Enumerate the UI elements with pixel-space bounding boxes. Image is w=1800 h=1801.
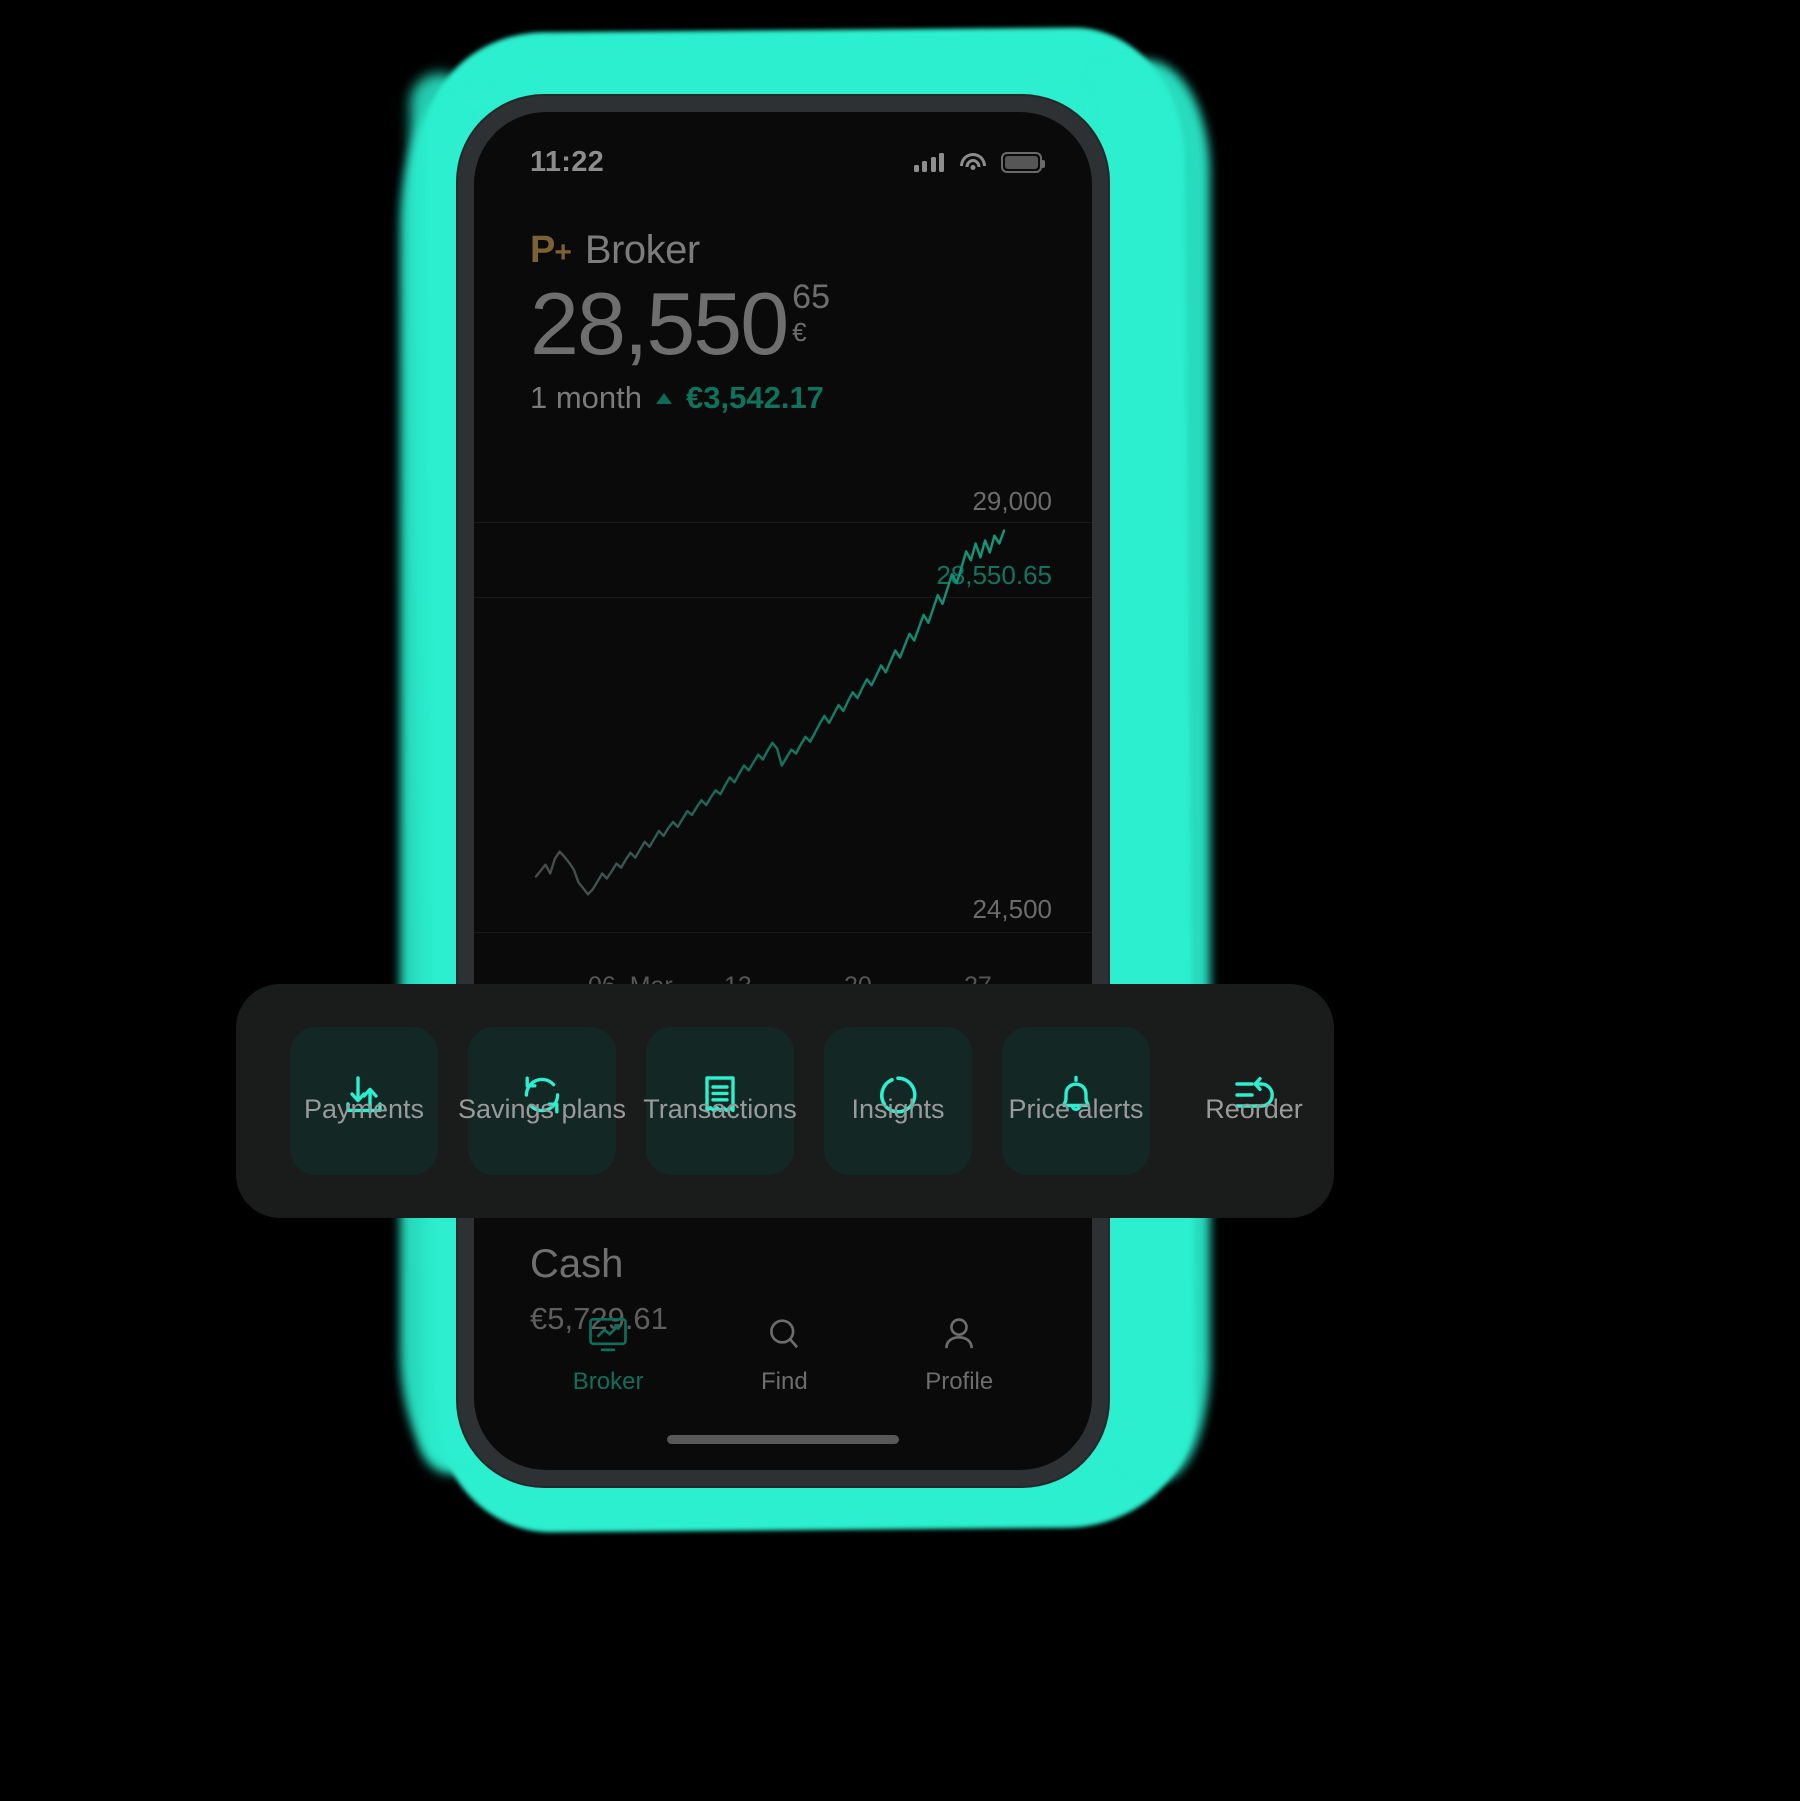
action-label: Insights: [851, 1094, 945, 1124]
balance-suffix: 65 €: [792, 280, 830, 345]
person-icon: [945, 1318, 974, 1349]
home-indicator: [667, 1435, 899, 1444]
logo-plus: +: [554, 236, 572, 269]
status-time: 11:22: [530, 145, 605, 178]
action-label: Savings plans: [457, 1094, 627, 1124]
balance-currency: €: [792, 317, 807, 347]
brand-logo-icon: P+: [530, 229, 572, 272]
portfolio-change: 1 month €3,542.17: [530, 380, 824, 416]
phone-screen: 11:22 P+ Broker 28,550 65 € 1 month €3,5…: [474, 112, 1092, 1470]
balance-cents: 65: [792, 278, 830, 316]
screenshot-stage: 11:22 P+ Broker 28,550 65 € 1 month €3,5…: [0, 0, 1800, 1801]
quick-actions-panel: Payments Savings plans Transactions Insi…: [236, 984, 1334, 1218]
cellular-signal-icon: [913, 152, 944, 172]
page-title: Broker: [584, 228, 700, 272]
search-icon: [770, 1319, 799, 1349]
logo-letter: P: [530, 229, 555, 271]
action-savings-plans[interactable]: Savings plans: [458, 1027, 626, 1175]
battery-icon: [1001, 151, 1045, 173]
action-insights[interactable]: Insights: [824, 1027, 972, 1175]
app-header: P+ Broker: [530, 228, 700, 273]
nav-item-profile[interactable]: Profile: [925, 1314, 993, 1396]
teal-highlight-blob-right: [1090, 60, 1210, 1480]
nav-label-profile: Profile: [925, 1368, 994, 1395]
wifi-icon: [959, 152, 986, 172]
nav-item-broker[interactable]: Broker: [572, 1314, 644, 1396]
status-bar: 11:22: [474, 136, 1092, 188]
cash-title: Cash: [530, 1242, 624, 1286]
bottom-navigation: Broker Find Profile: [474, 1314, 1092, 1396]
action-price-alerts[interactable]: Price alerts: [1002, 1027, 1150, 1175]
portfolio-balance: 28,550 65 €: [530, 280, 830, 368]
nav-label-find: Find: [760, 1368, 808, 1395]
phone-frame: 11:22 P+ Broker 28,550 65 € 1 month €3,5…: [458, 96, 1108, 1486]
action-label: Transactions: [643, 1094, 797, 1124]
action-label: Payments: [303, 1094, 425, 1124]
action-payments[interactable]: Payments: [290, 1027, 438, 1175]
action-transactions[interactable]: Transactions: [643, 1027, 797, 1175]
chart-line-svg: [534, 529, 1006, 896]
nav-item-find[interactable]: Find: [761, 1314, 808, 1396]
action-label: Reorder: [1205, 1094, 1303, 1124]
action-label: Price alerts: [1008, 1094, 1144, 1124]
status-icons: [913, 151, 1045, 173]
balance-amount: 28,550: [530, 274, 789, 373]
nav-label-broker: Broker: [572, 1368, 644, 1395]
chart-monitor-icon: [589, 1317, 627, 1352]
action-reorder[interactable]: Reorder: [1180, 1027, 1328, 1175]
change-value: €3,542.17: [686, 380, 824, 415]
change-period-label: 1 month: [530, 380, 643, 415]
trend-up-icon: [656, 392, 673, 404]
portfolio-chart[interactable]: 29,000 28,550.65 24,500: [474, 442, 1092, 962]
